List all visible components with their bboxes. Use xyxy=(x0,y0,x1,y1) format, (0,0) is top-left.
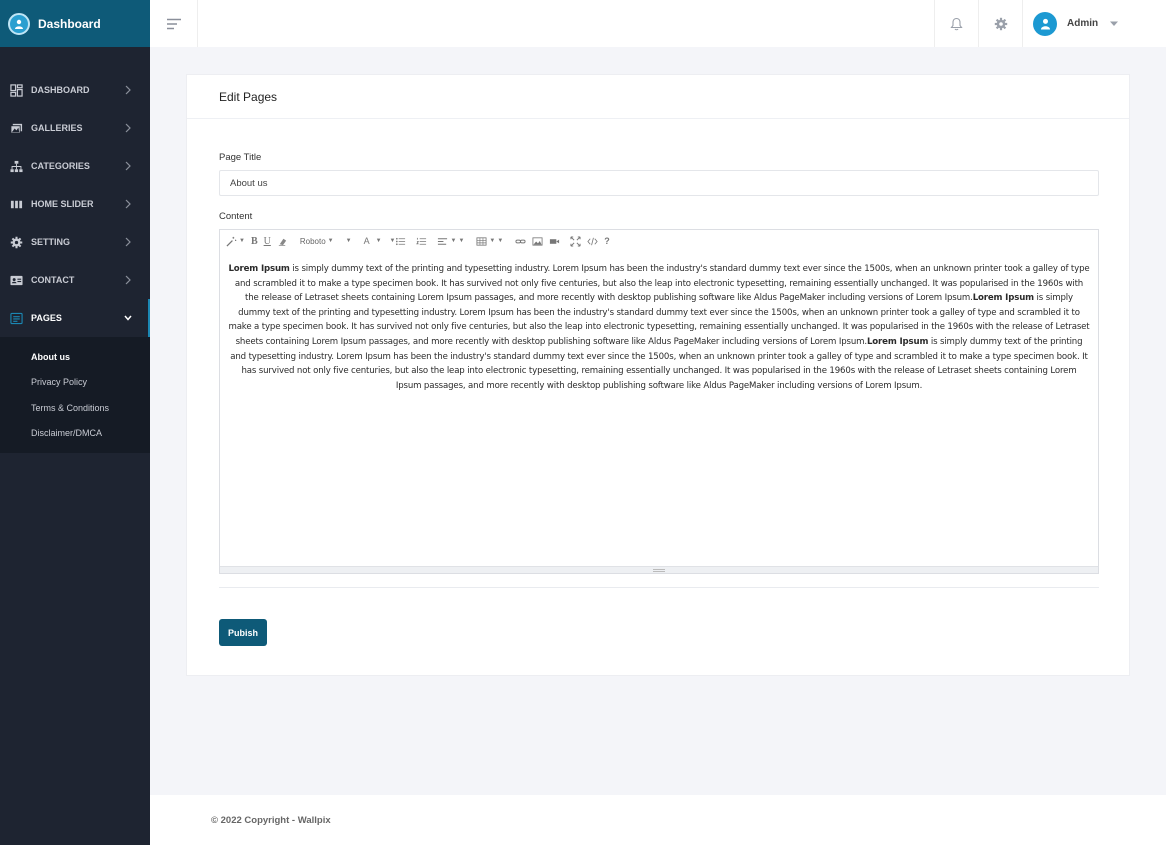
user-name: Admin xyxy=(1067,18,1099,29)
underline-button[interactable]: U xyxy=(264,233,271,249)
sidebar-item-galleries[interactable]: GALLERIES xyxy=(0,109,150,147)
magic-wand-icon xyxy=(226,236,237,247)
user-menu[interactable]: Admin xyxy=(1022,0,1166,47)
settings-button[interactable] xyxy=(978,0,1022,47)
font-family-select[interactable]: Roboto ▼ xyxy=(300,233,334,249)
sidebar-item-categories[interactable]: CATEGORIES xyxy=(0,147,150,185)
link-icon xyxy=(515,239,526,243)
card-title: Edit Pages xyxy=(187,75,1129,119)
unordered-list-button[interactable]: ▼ xyxy=(388,233,407,249)
help-icon: ? xyxy=(604,236,610,246)
sidebar-item-setting[interactable]: SETTING xyxy=(0,223,150,261)
user-logo-icon xyxy=(8,12,30,35)
gear-icon xyxy=(9,235,23,249)
bullet-list-icon xyxy=(396,237,406,245)
numbered-list-icon xyxy=(416,237,427,245)
table-icon xyxy=(476,236,487,246)
images-icon xyxy=(9,121,23,135)
columns-icon xyxy=(9,197,23,211)
chevron-right-icon xyxy=(125,123,131,133)
user-icon xyxy=(1040,18,1050,30)
footer: © 2022 Copyright - Wallpix xyxy=(150,795,1166,845)
chevron-right-icon xyxy=(125,275,131,285)
bell-icon xyxy=(950,17,963,30)
fullscreen-button[interactable] xyxy=(570,233,581,249)
rich-text-editor[interactable]: ▼ B U Roboto ▼ ▼ A ▼ ▼ ▼ ▼ ▼ ▼ ? Lorem I… xyxy=(219,229,1099,574)
editor-content[interactable]: Lorem Ipsum is simply dummy text of the … xyxy=(220,252,1098,393)
text-color-button[interactable]: A ▼ xyxy=(364,233,382,249)
bold-text: Lorem Ipsum xyxy=(228,264,290,274)
code-icon xyxy=(587,237,598,245)
eraser-icon xyxy=(278,238,287,246)
sidebar-item-label: CATEGORIES xyxy=(31,161,90,171)
insert-link-button[interactable] xyxy=(515,233,526,249)
submenu-item-disclaimer-dmca[interactable]: Disclaimer/DMCA xyxy=(0,421,150,447)
dashboard-icon xyxy=(9,83,23,97)
editor-toolbar: ▼ B U Roboto ▼ ▼ A ▼ ▼ ▼ ▼ ▼ ▼ ? xyxy=(220,230,1098,252)
notifications-button[interactable] xyxy=(934,0,978,47)
sidebar-item-dashboard[interactable]: DASHBOARD xyxy=(0,71,150,109)
sidebar-item-pages[interactable]: PAGES xyxy=(0,299,150,337)
brand[interactable]: Dashboard xyxy=(0,0,150,47)
pages-submenu: About us Privacy Policy Terms & Conditio… xyxy=(0,337,150,453)
sidebar-item-label: DASHBOARD xyxy=(31,85,90,95)
chevron-right-icon xyxy=(125,161,131,171)
submenu-item-about-us[interactable]: About us xyxy=(0,344,150,370)
text-color-icon: A xyxy=(363,236,370,246)
paragraph-text: is simply dummy text of the printing and… xyxy=(234,264,1090,304)
sitemap-icon xyxy=(9,159,23,173)
sidebar-item-contact[interactable]: CONTACT xyxy=(0,261,150,299)
gear-icon xyxy=(994,17,1007,30)
insert-image-button[interactable] xyxy=(532,233,543,249)
bold-button[interactable]: B xyxy=(251,233,258,249)
style-wand-button[interactable]: ▼ xyxy=(226,233,245,249)
font-size-dropdown[interactable]: ▼ xyxy=(344,233,352,249)
ordered-list-button[interactable] xyxy=(416,233,427,249)
chevron-right-icon xyxy=(125,199,131,209)
grip-icon xyxy=(653,568,665,572)
table-button[interactable]: ▼ ▼ xyxy=(476,233,503,249)
font-family-value: Roboto xyxy=(299,236,326,246)
submenu-item-privacy-policy[interactable]: Privacy Policy xyxy=(0,370,150,396)
avatar xyxy=(1033,11,1057,36)
publish-button[interactable]: Pubish xyxy=(219,619,267,646)
topbar: Admin xyxy=(150,0,1166,47)
caret-down-icon xyxy=(1110,21,1119,26)
sidebar-item-label: PAGES xyxy=(31,313,62,323)
editor-resize-handle[interactable] xyxy=(220,566,1098,573)
insert-video-button[interactable] xyxy=(549,233,560,249)
sidebar-item-label: GALLERIES xyxy=(31,123,83,133)
chevron-right-icon xyxy=(125,237,131,247)
sidebar: Dashboard DASHBOARD GALLERIES CATEGORIES xyxy=(0,0,150,845)
divider xyxy=(219,587,1099,588)
chevron-right-icon xyxy=(125,85,131,95)
code-view-button[interactable] xyxy=(587,233,598,249)
bold-text: Lorem Ipsum xyxy=(866,336,929,347)
video-icon xyxy=(550,238,560,244)
sidebar-menu: DASHBOARD GALLERIES CATEGORIES HOME SLID… xyxy=(0,71,150,453)
clear-format-button[interactable] xyxy=(277,233,288,249)
sidebar-item-label: HOME SLIDER xyxy=(31,199,94,209)
contact-card-icon xyxy=(9,273,23,287)
hamburger-icon xyxy=(166,18,181,29)
help-button[interactable]: ? xyxy=(604,233,610,249)
pages-icon xyxy=(9,311,23,325)
page-title-input[interactable] xyxy=(219,170,1099,196)
sidebar-item-home-slider[interactable]: HOME SLIDER xyxy=(0,185,150,223)
content-label: Content xyxy=(219,211,253,222)
sidebar-item-label: CONTACT xyxy=(31,275,75,285)
chevron-down-icon xyxy=(124,315,132,321)
menu-toggle-button[interactable] xyxy=(150,0,198,47)
fullscreen-icon xyxy=(570,235,581,247)
align-left-icon xyxy=(438,237,448,245)
page-title-label: Page Title xyxy=(219,152,262,163)
brand-title: Dashboard xyxy=(38,16,101,31)
submenu-item-terms-conditions[interactable]: Terms & Conditions xyxy=(0,395,150,421)
paragraph-align-button[interactable]: ▼ ▼ xyxy=(437,233,464,249)
edit-page-card: Edit Pages Page Title Content ▼ B U Robo… xyxy=(186,74,1130,676)
image-icon xyxy=(532,236,543,246)
sidebar-item-label: SETTING xyxy=(31,237,71,247)
bold-text: Lorem Ipsum xyxy=(972,293,1034,304)
copyright-text: © 2022 Copyright - Wallpix xyxy=(211,814,331,826)
